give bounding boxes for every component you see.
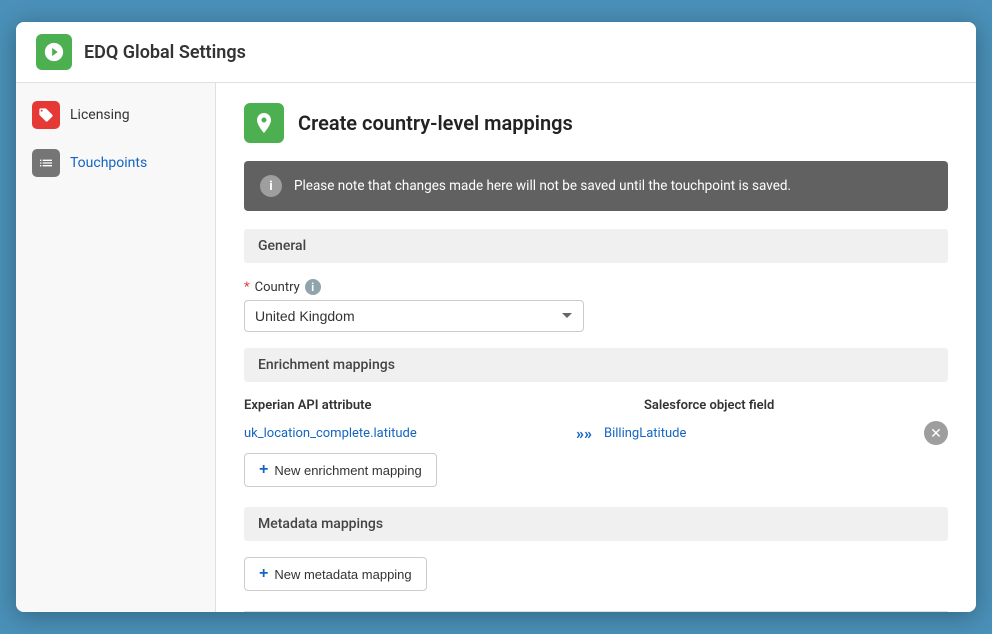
- add-enrichment-mapping-button[interactable]: + New enrichment mapping: [244, 453, 437, 487]
- sf-field-header: Salesforce object field: [644, 398, 948, 413]
- footer-divider: [244, 611, 948, 612]
- list-icon: [32, 149, 60, 177]
- app-title: EDQ Global Settings: [84, 42, 246, 63]
- api-attribute-value[interactable]: uk_location_complete.latitude: [244, 426, 564, 441]
- title-bar: EDQ Global Settings: [16, 22, 976, 83]
- info-banner-text: Please note that changes made here will …: [294, 178, 791, 194]
- country-select[interactable]: United Kingdom United States Australia C…: [244, 300, 584, 332]
- sidebar-licensing-label: Licensing: [70, 107, 130, 123]
- metadata-section: Metadata mappings + New metadata mapping: [244, 507, 948, 591]
- add-metadata-mapping-button[interactable]: + New metadata mapping: [244, 557, 427, 591]
- sidebar-item-licensing[interactable]: Licensing: [16, 91, 215, 139]
- tag-icon: [32, 101, 60, 129]
- page-title: Create country-level mappings: [298, 111, 573, 135]
- page-header-icon: [244, 103, 284, 143]
- main-content: Create country-level mappings i Please n…: [216, 83, 976, 612]
- mapping-arrow-icon: »»: [576, 424, 592, 443]
- app-icon: [36, 34, 72, 70]
- general-section-header: General: [244, 229, 948, 263]
- add-enrichment-label: New enrichment mapping: [274, 463, 421, 478]
- api-attr-header: Experian API attribute: [244, 398, 584, 413]
- country-form-group: * Country i United Kingdom United States…: [244, 279, 948, 332]
- table-row: uk_location_complete.latitude »» Billing…: [244, 421, 948, 445]
- table-headers: Experian API attribute Salesforce object…: [244, 398, 948, 413]
- country-label-text: Country: [255, 280, 300, 295]
- plus-icon: +: [259, 461, 268, 479]
- sidebar-touchpoints-label: Touchpoints: [70, 155, 147, 171]
- arrow-spacer: [584, 398, 644, 413]
- country-label: * Country i: [244, 279, 948, 295]
- required-indicator: *: [244, 280, 250, 295]
- enrichment-section-header: Enrichment mappings: [244, 348, 948, 382]
- sidebar: Licensing Touchpoints: [16, 83, 216, 612]
- plus-icon-metadata: +: [259, 565, 268, 583]
- metadata-section-header: Metadata mappings: [244, 507, 948, 541]
- delete-mapping-button[interactable]: ✕: [924, 421, 948, 445]
- add-metadata-label: New metadata mapping: [274, 567, 411, 582]
- app-body: Licensing Touchpoints Create country-lev…: [16, 83, 976, 612]
- country-info-icon[interactable]: i: [305, 279, 321, 295]
- info-banner: i Please note that changes made here wil…: [244, 161, 948, 211]
- page-header: Create country-level mappings: [244, 103, 948, 143]
- sidebar-item-touchpoints[interactable]: Touchpoints: [16, 139, 215, 187]
- info-icon: i: [260, 175, 282, 197]
- enrichment-section: Enrichment mappings Experian API attribu…: [244, 348, 948, 487]
- app-window: EDQ Global Settings Licensing Touchpoint…: [16, 22, 976, 612]
- sf-field-value[interactable]: BillingLatitude: [604, 426, 912, 441]
